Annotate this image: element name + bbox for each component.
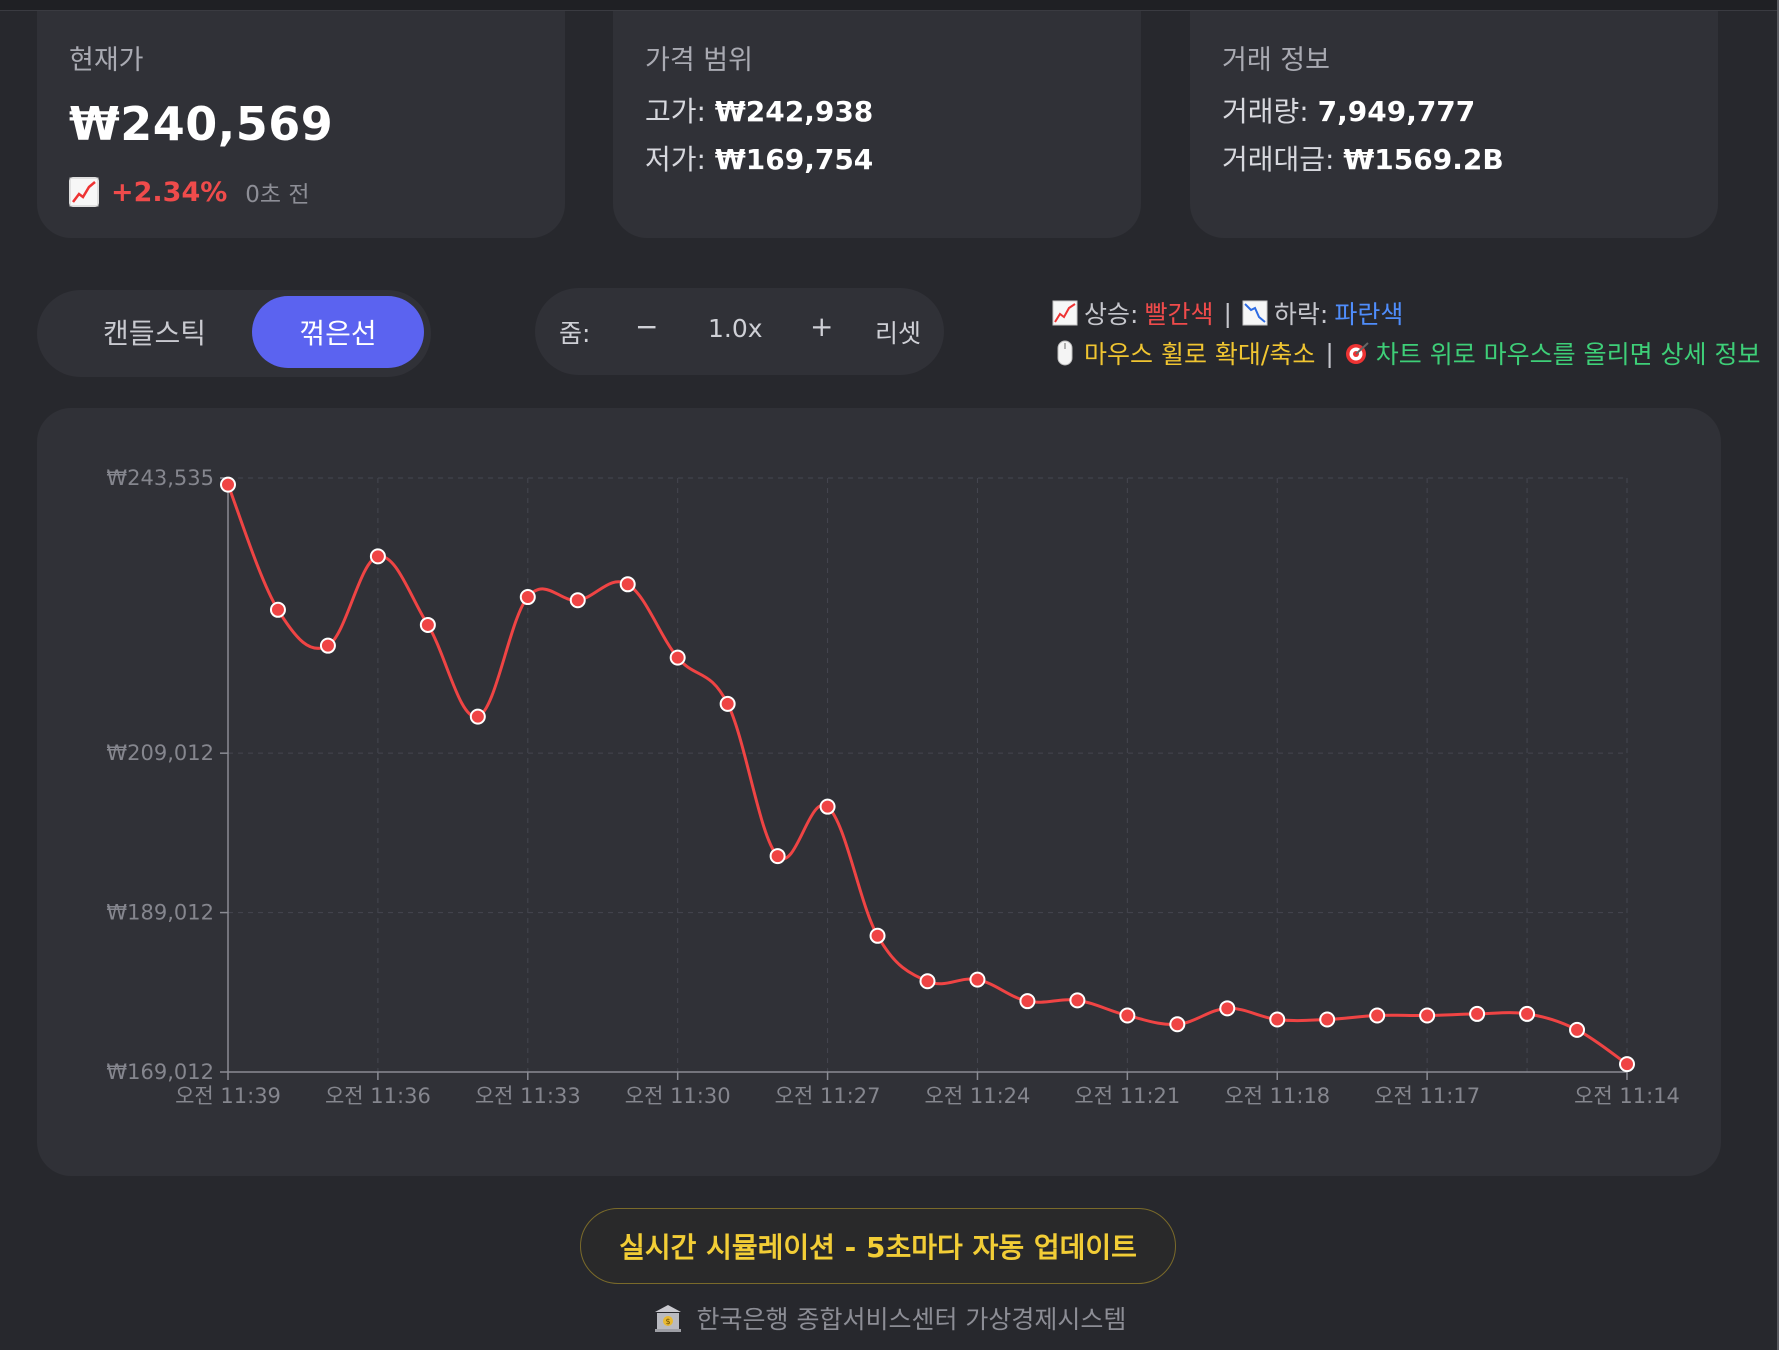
price-change-row: +2.34% 0초 전 xyxy=(69,175,310,209)
high-price-row: 고가: ₩242,938 xyxy=(645,90,873,130)
price-data-point xyxy=(619,576,636,593)
x-tick-label: 오전 11:14 xyxy=(1574,1084,1680,1108)
price-data-point xyxy=(319,637,336,654)
legend-up-label: 상승: xyxy=(1084,300,1139,329)
price-change-percent: +2.34% xyxy=(111,176,228,208)
price-data-point xyxy=(819,798,836,815)
footer: $ 한국은행 종합서비스센터 가상경제시스템 xyxy=(0,1300,1779,1336)
amount-row: 거래대금: ₩1569.2B xyxy=(1222,138,1504,178)
x-tick-label: 오전 11:18 xyxy=(1224,1084,1330,1108)
zoom-in-button[interactable]: + xyxy=(810,310,833,343)
zoom-reset-button[interactable]: 리셋 xyxy=(875,314,921,350)
x-tick-label: 오전 11:30 xyxy=(625,1084,731,1108)
x-tick-label: 오전 11:33 xyxy=(475,1084,581,1108)
current-price-value: ₩240,569 xyxy=(69,97,334,151)
chart-increasing-icon xyxy=(1052,300,1078,326)
low-price-value: ₩169,754 xyxy=(714,143,874,176)
price-data-point xyxy=(469,708,486,725)
y-tick-label: ₩189,012 xyxy=(106,901,214,925)
legend-separator: | xyxy=(1325,338,1334,368)
price-range-label: 가격 범위 xyxy=(645,45,753,76)
zoom-out-button[interactable]: − xyxy=(635,310,658,343)
price-data-point xyxy=(1319,1011,1336,1028)
price-data-point xyxy=(1169,1016,1186,1033)
x-tick-label: 오전 11:24 xyxy=(925,1084,1031,1108)
price-data-point xyxy=(719,695,736,712)
price-data-point xyxy=(419,616,436,633)
hover-detail-hint: 차트 위로 마우스를 올리면 상세 정보 xyxy=(1375,340,1761,369)
footer-text: 한국은행 종합서비스센터 가상경제시스템 xyxy=(696,1305,1127,1334)
x-tick-label: 오전 11:39 xyxy=(175,1084,281,1108)
zoom-controls: 줌: − 1.0x + 리셋 xyxy=(535,288,944,375)
price-data-point xyxy=(869,927,886,944)
price-data-point xyxy=(1419,1007,1436,1024)
x-tick-label: 오전 11:36 xyxy=(325,1084,431,1108)
price-data-point xyxy=(1269,1011,1286,1028)
chart-type-toggle: 캔들스틱 꺾은선 xyxy=(37,290,431,377)
high-price-key: 고가: xyxy=(645,95,706,128)
legend-hints: 마우스 휠로 확대/축소 | 차트 위로 마우스를 올리면 상세 정보 xyxy=(1052,335,1761,371)
legend-down-color: 파란색 xyxy=(1334,300,1404,329)
price-data-point xyxy=(1219,1000,1236,1017)
price-data-point xyxy=(669,649,686,666)
y-tick-label: ₩209,012 xyxy=(106,741,214,765)
price-data-point xyxy=(769,848,786,865)
bank-icon: $ xyxy=(653,1303,683,1333)
current-price-card: 현재가 ₩240,569 +2.34% 0초 전 xyxy=(37,11,565,238)
price-data-point xyxy=(1519,1005,1536,1022)
realtime-simulation-button[interactable]: 실시간 시뮬레이션 - 5초마다 자동 업데이트 xyxy=(580,1208,1176,1284)
low-price-key: 저가: xyxy=(645,143,706,176)
trade-info-label: 거래 정보 xyxy=(1222,45,1330,76)
x-tick-label: 오전 11:17 xyxy=(1374,1084,1480,1108)
price-range-card: 가격 범위 고가: ₩242,938 저가: ₩169,754 xyxy=(613,11,1141,238)
y-tick-label: ₩243,535 xyxy=(106,466,214,490)
price-data-point xyxy=(919,973,936,990)
volume-value: 7,949,777 xyxy=(1317,95,1476,128)
price-data-point xyxy=(1119,1007,1136,1024)
wheel-zoom-hint: 마우스 휠로 확대/축소 xyxy=(1084,340,1316,369)
chart-increasing-icon xyxy=(69,177,99,207)
price-data-point xyxy=(969,971,986,988)
price-data-point xyxy=(569,592,586,609)
candlestick-button[interactable]: 캔들스틱 xyxy=(67,296,242,368)
volume-key: 거래량: xyxy=(1222,95,1309,128)
price-data-point xyxy=(1569,1021,1586,1038)
current-price-label: 현재가 xyxy=(69,45,144,76)
updated-ago: 0초 전 xyxy=(245,182,310,208)
price-data-point xyxy=(1469,1005,1486,1022)
trade-info-card: 거래 정보 거래량: 7,949,777 거래대금: ₩1569.2B xyxy=(1190,11,1718,238)
line-chart-button[interactable]: 꺾은선 xyxy=(252,296,424,368)
legend-colors: 상승: 빨간색 | 하락: 파란색 xyxy=(1052,295,1403,331)
target-icon xyxy=(1344,340,1370,366)
top-border xyxy=(0,0,1779,11)
x-tick-label: 오전 11:27 xyxy=(775,1084,881,1108)
price-data-point xyxy=(369,548,386,565)
legend-down-label: 하락: xyxy=(1273,300,1329,329)
x-tick-label: 오전 11:21 xyxy=(1074,1084,1180,1108)
price-data-point xyxy=(1619,1056,1635,1073)
svg-text:$: $ xyxy=(665,1317,670,1326)
price-data-point xyxy=(1019,993,1036,1010)
price-data-point xyxy=(220,476,236,493)
chart-decreasing-icon xyxy=(1242,300,1268,326)
price-chart-card[interactable]: ₩243,535 ₩209,012 ₩189,012 ₩169,012 오전 11:39… xyxy=(37,408,1721,1176)
price-data-point xyxy=(269,601,286,618)
low-price-row: 저가: ₩169,754 xyxy=(645,138,873,178)
zoom-level: 1.0x xyxy=(708,314,763,343)
volume-row: 거래량: 7,949,777 xyxy=(1222,90,1475,130)
mouse-icon xyxy=(1052,340,1078,366)
amount-key: 거래대금: xyxy=(1222,143,1335,176)
amount-value: ₩1569.2B xyxy=(1343,143,1504,176)
zoom-label: 줌: xyxy=(559,319,591,348)
price-data-point xyxy=(519,589,536,606)
high-price-value: ₩242,938 xyxy=(714,95,874,128)
y-tick-label: ₩169,012 xyxy=(106,1060,214,1084)
price-line-chart[interactable]: ₩243,535 ₩209,012 ₩189,012 ₩169,012오전 11:39… xyxy=(37,408,1721,1176)
price-data-point xyxy=(1069,992,1086,1009)
legend-separator: | xyxy=(1223,298,1232,328)
legend-up-color: 빨간색 xyxy=(1144,300,1214,329)
price-data-point xyxy=(1369,1007,1386,1024)
